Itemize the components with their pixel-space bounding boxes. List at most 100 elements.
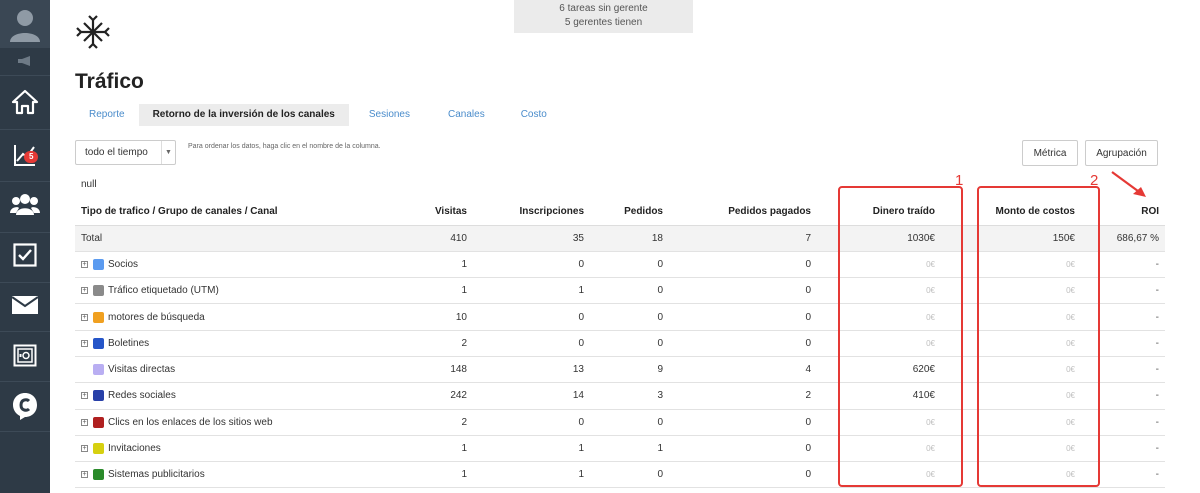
channel-cell: + Redes sociales [75, 382, 377, 410]
notification-banner[interactable]: 6 tareas sin gerente 5 gerentes tienen [514, 0, 693, 33]
cell-paid: 0 [669, 330, 817, 357]
cell-orders: 0 [590, 251, 669, 279]
direct-visit-icon [93, 364, 104, 376]
cell-signups: 13 [473, 356, 590, 384]
cell-paid: 0 [669, 251, 817, 279]
user-avatar-icon[interactable] [0, 0, 50, 48]
col-header-visits[interactable]: Visitas [377, 198, 473, 226]
col-header-signups[interactable]: Inscripciones [473, 198, 590, 226]
sort-hint: Para ordenar los datos, haga clic en el … [188, 143, 381, 150]
expand-plus-icon[interactable]: + [81, 418, 88, 426]
cell-visits: 2 [377, 409, 473, 436]
megaphone-icon[interactable] [0, 52, 50, 70]
cell-visits: 2 [377, 330, 473, 357]
channel-cell: + motores de búsqueda [75, 303, 377, 331]
cell-paid: 2 [669, 382, 817, 410]
cell-signups: 0 [473, 251, 590, 279]
period-select[interactable]: todo el tiempo ▼ [75, 140, 176, 165]
cell-signups: 0 [473, 409, 590, 436]
tab-reporte[interactable]: Reporte [75, 104, 139, 126]
expand-plus-icon[interactable]: + [81, 313, 88, 321]
null-label: null [81, 179, 97, 190]
col-header-orders[interactable]: Pedidos [590, 198, 669, 226]
channel-name[interactable]: Socios [108, 259, 138, 270]
channel-cell: + Invitaciones [75, 435, 377, 463]
cell-visits: 1 [377, 277, 473, 305]
cell-signups: 1 [473, 277, 590, 305]
home-icon[interactable] [0, 80, 50, 124]
cell-orders: 0 [590, 277, 669, 305]
annotation-box-1 [838, 186, 963, 487]
expand-plus-icon[interactable]: + [81, 339, 88, 347]
cell-orders: 1 [590, 435, 669, 463]
channel-name[interactable]: Clics en los enlaces de los sitios web [108, 417, 273, 428]
cell-paid: 0 [669, 277, 817, 305]
tab-sesiones[interactable]: Sesiones [349, 104, 430, 126]
tab-costo[interactable]: Costo [503, 104, 565, 126]
cell-orders: 9 [590, 356, 669, 384]
tab-canales[interactable]: Canales [430, 104, 503, 126]
cell-orders: 0 [590, 330, 669, 357]
expand-plus-icon[interactable]: + [81, 260, 88, 268]
period-value: todo el tiempo [85, 147, 148, 158]
col-header-paid-orders[interactable]: Pedidos pagados [669, 198, 817, 226]
checkbox-icon[interactable] [0, 236, 50, 274]
cell-signups: 1 [473, 435, 590, 463]
col-header-channel[interactable]: Tipo de trafico / Grupo de canales / Can… [75, 198, 377, 226]
app-window: { "notice": { "line1": "6 tareas sin ger… [0, 0, 1200, 493]
mail-icon[interactable] [0, 288, 50, 322]
channel-name[interactable]: Redes sociales [108, 390, 176, 401]
cell-paid: 0 [669, 461, 817, 489]
cell-visits: 10 [377, 303, 473, 331]
notice-line-1: 6 tareas sin gerente [559, 3, 648, 14]
expand-plus-icon[interactable]: + [81, 471, 88, 479]
tab-retorno-inversion[interactable]: Retorno de la inversión de los canales [138, 104, 349, 126]
channel-cell: + Clics en los enlaces de los sitios web [75, 409, 377, 436]
channel-name[interactable]: Sistemas publicitarios [108, 469, 205, 480]
newsletter-icon [93, 337, 104, 349]
annotation-arrow-icon [1111, 171, 1146, 197]
cell-signups: 1 [473, 461, 590, 489]
channel-name[interactable]: Invitaciones [108, 443, 161, 454]
cell-paid: 0 [669, 303, 817, 331]
channel-name[interactable]: Visitas directas [108, 364, 175, 375]
safe-icon[interactable] [0, 338, 50, 374]
chart-icon[interactable]: 5 [0, 133, 50, 177]
notification-badge: 5 [24, 151, 39, 163]
cell-orders: 3 [590, 382, 669, 410]
cell-signups: 0 [473, 330, 590, 357]
partners-icon [93, 258, 104, 270]
cell-orders: 0 [590, 461, 669, 489]
annotation-box-2 [977, 186, 1100, 487]
channel-name[interactable]: Tráfico etiquetado (UTM) [108, 285, 219, 296]
grouping-button[interactable]: Agrupación [1085, 140, 1158, 166]
channel-name[interactable]: motores de búsqueda [108, 312, 205, 323]
cell-paid: 0 [669, 409, 817, 436]
page-title: Tráfico [75, 70, 144, 93]
cell-paid: 0 [669, 435, 817, 463]
users-icon[interactable] [0, 184, 50, 224]
cell-signups: 0 [473, 303, 590, 331]
cell-orders: 0 [590, 303, 669, 331]
chat-c-icon[interactable] [0, 387, 50, 425]
total-visits: 410 [377, 225, 473, 252]
annotation-label-2: 2 [1090, 172, 1099, 189]
channel-cell: + Sistemas publicitarios [75, 461, 377, 489]
channel-cell: + Socios [75, 251, 377, 279]
metric-button[interactable]: Métrica [1022, 140, 1078, 166]
tab-bar: Reporte Retorno de la inversión de los c… [75, 104, 565, 126]
expand-plus-icon[interactable]: + [81, 445, 88, 453]
chevron-down-icon[interactable]: ▼ [161, 141, 175, 164]
company-logo[interactable] [75, 14, 111, 50]
expand-plus-icon[interactable]: + [81, 392, 88, 400]
channel-cell: + Tráfico etiquetado (UTM) [75, 277, 377, 305]
cell-visits: 242 [377, 382, 473, 410]
social-network-icon [93, 390, 104, 402]
total-orders: 18 [590, 225, 669, 252]
cell-visits: 148 [377, 356, 473, 384]
channel-name[interactable]: Boletines [108, 338, 149, 349]
total-paid-orders: 7 [669, 225, 817, 252]
expand-plus-icon[interactable]: + [81, 287, 88, 295]
channel-cell: + Boletines [75, 330, 377, 357]
